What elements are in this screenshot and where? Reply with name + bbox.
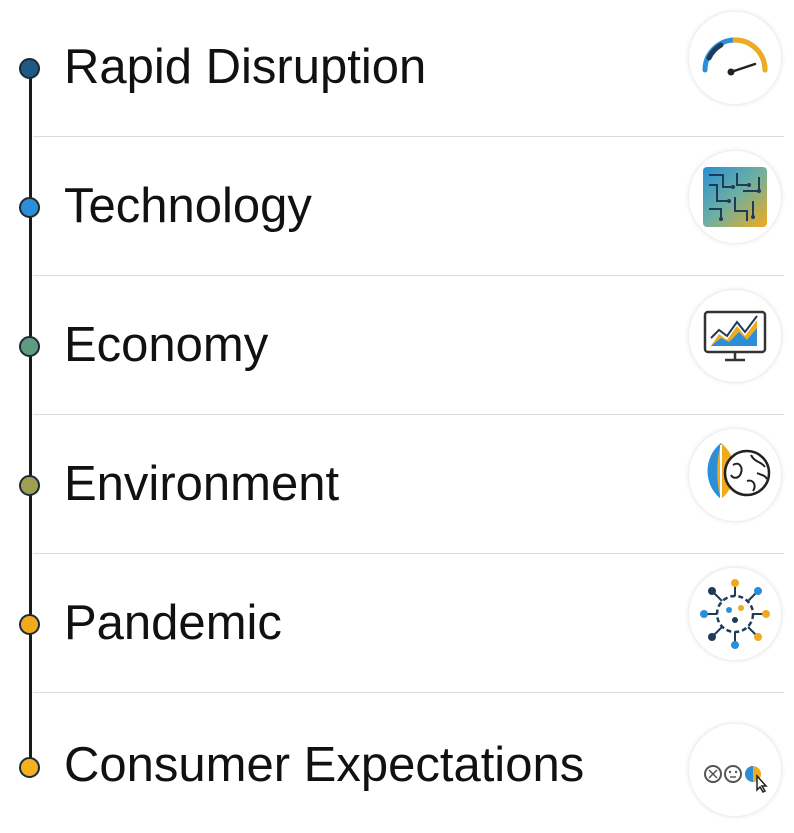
smiley-ratings-icon [688, 723, 782, 817]
timeline-dot [19, 614, 40, 635]
timeline-dot [19, 757, 40, 778]
monitor-chart-icon [688, 289, 782, 383]
timeline-item-rapid-disruption[interactable]: Rapid Disruption [0, 0, 794, 138]
timeline-dot [19, 336, 40, 357]
timeline-label: Consumer Expectations [64, 738, 585, 792]
divider [33, 553, 784, 554]
timeline-item-economy[interactable]: Economy [0, 278, 794, 416]
timeline-label: Rapid Disruption [64, 40, 427, 94]
circuit-board-icon [688, 150, 782, 244]
virus-icon [688, 567, 782, 661]
speedometer-icon [688, 11, 782, 105]
divider [33, 136, 784, 137]
timeline-label: Pandemic [64, 596, 282, 650]
timeline-item-technology[interactable]: Technology [0, 139, 794, 277]
timeline-label: Technology [64, 179, 312, 233]
timeline-label: Economy [64, 318, 269, 372]
divider [33, 414, 784, 415]
leaf-globe-icon [688, 428, 782, 522]
timeline-label: Environment [64, 457, 340, 511]
timeline-item-consumer-expectations[interactable]: Consumer Expectations [0, 695, 794, 833]
timeline-item-pandemic[interactable]: Pandemic [0, 556, 794, 694]
timeline-dot [19, 197, 40, 218]
divider [33, 275, 784, 276]
divider [33, 692, 784, 693]
timeline-dot [19, 475, 40, 496]
timeline-dot [19, 58, 40, 79]
timeline-item-environment[interactable]: Environment [0, 417, 794, 555]
